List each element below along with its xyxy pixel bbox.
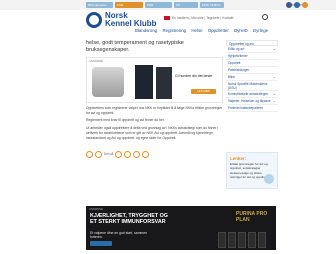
sidebar-item[interactable]: Blinn ⌄ <box>226 74 278 81</box>
nav-item-oppdretter[interactable]: Oppdretter <box>208 28 229 33</box>
ad-subtext: Et valpene dine en god start, sammen for… <box>90 231 148 239</box>
nav-item-dyrlege[interactable]: Dyrlege <box>253 28 268 33</box>
tab-finn-tilbud[interactable]: FIND TILBUD <box>200 2 224 8</box>
links-item[interactable]: Etiske grunnregler for avl og oppdrett, … <box>230 162 274 170</box>
ad-headline: KJÆRLIGHET, TRYGGHET OG ET STERKT IMMUNF… <box>90 213 168 225</box>
brand-logo: PURINA PRO PLAN <box>236 211 268 223</box>
sidebar-item[interactable]: Prelinlet hallanbepaleren <box>226 105 278 112</box>
chevron-down-icon: ⌄ <box>272 74 276 79</box>
sidebar-item[interactable]: Norsk Speciffe Matchsidens (DSU) <box>226 81 278 91</box>
ad-button[interactable]: LES MER <box>191 89 216 94</box>
sidebar-item-label: Norsk Speciffe Matchsidens (DSU) <box>228 82 268 90</box>
main-nav: Blandsrong Registrering Helse Oppdretter… <box>135 28 272 33</box>
chevron-down-icon: ⌄ <box>272 91 276 96</box>
sidebar-item[interactable]: Oppdrett <box>226 60 278 67</box>
sidebar-item[interactable]: Kontrollbefalte avlsstrategier ⌄ <box>226 91 278 98</box>
product-can-image <box>218 232 226 248</box>
sidebar-item[interactable]: Valpeler, Helseluer og tilpasse ⌄ <box>226 98 278 105</box>
sidebar-item-label: Hjelpekriterier <box>228 54 248 58</box>
logo-line2: Kennel Klubb <box>105 19 157 28</box>
food-bag-image <box>156 67 172 99</box>
sidebar-item[interactable]: Paleblandinger <box>226 67 278 74</box>
sidebar-item-label: Oppdrett <box>228 61 241 65</box>
ad-button[interactable] <box>90 241 112 246</box>
top-bar: NKK-tjenester FOR OPPDRETTERE FOR HUNDEE… <box>0 0 336 13</box>
ad-banner-bottom[interactable]: ANNONSE KJÆRLIGHET, TRYGGHET OG ET STERK… <box>86 206 276 250</box>
tab-nkk-tjenester[interactable]: NKK-tjenester <box>86 2 113 8</box>
ad-tag: ANNONSE <box>89 207 103 211</box>
nav-item-dyreid[interactable]: DyreID <box>234 28 248 33</box>
sidebar-item-label: Kontrollbefalte avlsstrategier <box>228 92 269 96</box>
product-can-image <box>228 232 236 248</box>
print-icon[interactable] <box>86 150 93 158</box>
paragraph-3: Ut arbeider også oppdrettere å delta ved… <box>86 126 219 140</box>
share-label: Del på <box>104 152 114 157</box>
ad-tag: ANNONSE <box>89 59 103 63</box>
chevron-down-icon: ⌄ <box>272 46 276 51</box>
arrow-icon <box>264 174 274 184</box>
sidebar-item[interactable]: Etikk og avl ⌄ <box>226 46 278 53</box>
utility-text[interactable]: En medlem | Min side | Tegnkefe | Kontak… <box>172 16 234 20</box>
instagram-icon[interactable] <box>294 2 300 8</box>
share-icon[interactable] <box>302 2 308 8</box>
flag-icon <box>164 16 170 21</box>
tab-for-oppdrettere[interactable]: FOR OPPDRETTERE <box>115 2 143 13</box>
links-title: Lenker: <box>230 156 247 161</box>
tab-for-hundeeiere[interactable]: FOR HUNDEEIERE <box>145 2 172 13</box>
chevron-down-icon: ⌄ <box>272 98 276 103</box>
ad-text: Gi hunden din det beste <box>175 74 213 78</box>
dog-image <box>92 67 124 97</box>
nav-item-blandsrong[interactable]: Blandsrong <box>135 28 157 33</box>
nav-item-helse[interactable]: Helse <box>191 28 202 33</box>
logo-emblem <box>86 12 102 28</box>
ad-banner-top[interactable]: ANNONSE Gi hunden din det beste LES MER <box>86 57 223 103</box>
sidebar-item-label: Etikk og avl <box>228 47 245 51</box>
facebook-share-icon[interactable] <box>115 150 123 158</box>
main-content: helse, godt temperament og rasetypiske b… <box>86 40 224 158</box>
twitter-share-icon[interactable] <box>142 150 150 158</box>
product-can-image <box>238 232 246 248</box>
product-can-image <box>258 232 266 248</box>
tab-pa-fotofest[interactable]: PÅ FOTOFEST <box>174 2 198 13</box>
utility-links: En medlem | Min side | Tegnkefe | Kontak… <box>164 16 234 21</box>
sidebar-item-label: Blinn <box>228 75 236 79</box>
facebook-icon[interactable] <box>286 2 292 8</box>
product-can-image <box>248 232 256 248</box>
food-bag-image <box>135 65 153 99</box>
share-row: Del på <box>86 150 224 158</box>
sidebar-menu: Oppdretter og avl Etikk og avl ⌄ Hjelpekr… <box>226 40 278 112</box>
paragraph-1: Oppdretters som registrerer valper hos N… <box>86 106 223 115</box>
sidebar-item[interactable]: Hjelpekriterier <box>226 53 278 60</box>
nav-item-registrering[interactable]: Registrering <box>162 28 186 33</box>
links-box: Lenker: Etiske grunnregler for avl og op… <box>226 152 278 189</box>
sidebar-item-label: Valpeler, Helseluer og tilpasse <box>228 99 271 103</box>
sidebar-item-label: Prelinlet hallanbepaleren <box>228 106 264 110</box>
in-share-icon[interactable] <box>133 150 141 158</box>
pinterest-icon[interactable] <box>95 150 102 158</box>
google-share-icon[interactable] <box>124 150 132 158</box>
nkk-logo[interactable]: Norsk Kennel Klubb <box>86 12 157 36</box>
intro-text: helse, godt temperament og rasetypiske b… <box>86 40 184 53</box>
paragraph-2: Reglement med krav til oppdrett og avl f… <box>86 118 165 123</box>
ad-headline-line2: ET STERKT IMMUNFORSVAR <box>90 219 166 225</box>
search-icon[interactable] <box>262 14 268 20</box>
sidebar-item-label: Paleblandinger <box>228 68 250 72</box>
